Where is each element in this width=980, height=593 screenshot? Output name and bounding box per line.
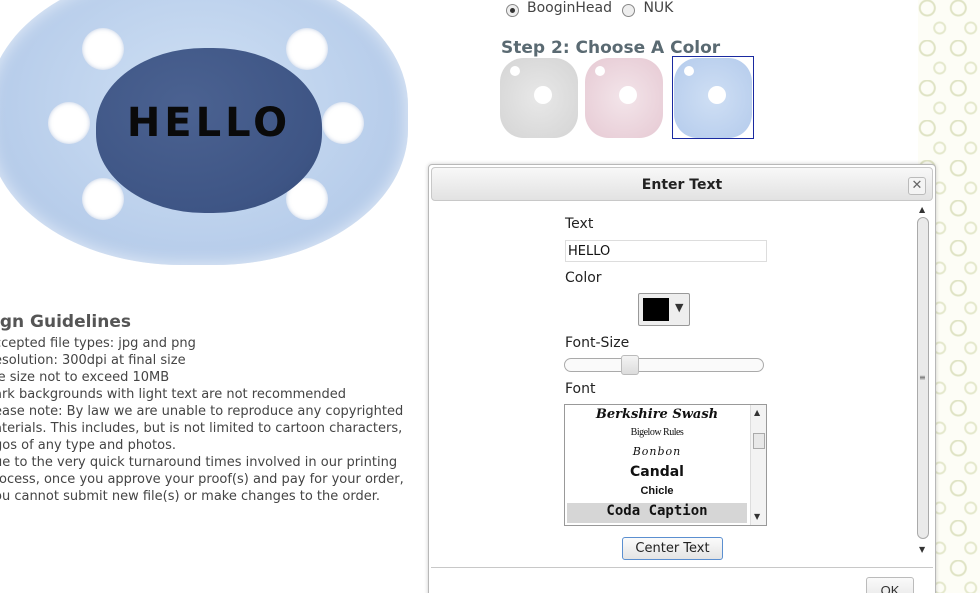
color-swatch-white[interactable]: [500, 58, 578, 138]
guideline-line: esolution: 300dpi at final size: [0, 353, 186, 368]
vent-hole: [82, 178, 124, 220]
scroll-down-icon[interactable]: ▼: [754, 512, 760, 521]
font-label: Font: [565, 381, 596, 397]
guideline-line: le size not to exceed 10MB: [0, 370, 170, 385]
guideline-line: aterials. This includes, but is not limi…: [0, 421, 403, 436]
font-option[interactable]: Bonbon: [567, 445, 747, 458]
step2-heading: Step 2: Choose A Color: [501, 38, 721, 58]
vent-hole: [322, 102, 364, 144]
radio-button-checked[interactable]: [506, 3, 519, 17]
guideline-line: ark backgrounds with light text are not …: [0, 387, 347, 402]
center-text-button[interactable]: Center Text: [622, 537, 723, 560]
design-guidelines: ign Guidelines ccepted file types: jpg a…: [0, 312, 424, 505]
font-list-scrollbar[interactable]: ▲ ▼: [750, 405, 766, 525]
font-size-label: Font-Size: [565, 335, 630, 351]
font-option[interactable]: Chicle: [567, 485, 747, 497]
swatch-hole: [534, 86, 552, 104]
brand-option-booginhead[interactable]: BooginHead: [506, 0, 612, 17]
scroll-up-icon[interactable]: ▲: [754, 408, 760, 417]
guideline-line: gos of any type and photos.: [0, 438, 176, 453]
guidelines-heading: ign Guidelines: [0, 312, 132, 332]
scroll-up-icon[interactable]: ▲: [919, 205, 925, 214]
swatch-hole: [595, 66, 605, 76]
dropdown-arrow-icon: ▼: [675, 301, 684, 314]
radio-button[interactable]: [622, 3, 636, 17]
scroll-grip-icon: ≡: [919, 373, 926, 382]
dialog-titlebar[interactable]: Enter Text ✕: [431, 167, 933, 201]
guideline-line: ue to the very quick turnaround times in…: [0, 455, 398, 470]
color-chip: [643, 298, 669, 321]
color-label: Color: [565, 270, 602, 286]
ok-button[interactable]: OK: [866, 577, 914, 593]
text-input[interactable]: [565, 240, 767, 262]
swatch-hole: [619, 86, 637, 104]
scroll-thumb[interactable]: [753, 433, 765, 449]
font-option[interactable]: Bigelow Rules: [567, 427, 747, 438]
close-icon[interactable]: ✕: [908, 177, 926, 195]
color-swatch-blue[interactable]: [674, 58, 752, 138]
guideline-line: ease note: By law we are unable to repro…: [0, 404, 404, 419]
brand-label: BooginHead: [527, 0, 612, 16]
vent-hole: [82, 28, 124, 70]
slider-handle[interactable]: [621, 355, 639, 375]
vent-hole: [286, 28, 328, 70]
guideline-line: ou cannot submit new file(s) or make cha…: [0, 489, 380, 504]
color-picker[interactable]: ▼: [638, 293, 690, 326]
scroll-down-icon[interactable]: ▼: [919, 545, 925, 554]
enter-text-dialog: Enter Text ✕ Text Color ▼ Font-Size Font…: [428, 164, 936, 593]
brand-label: NUK: [643, 0, 674, 16]
font-list[interactable]: Berkshire Swash Bigelow Rules Bonbon Can…: [564, 404, 767, 526]
brand-selector: BooginHead NUK: [506, 0, 679, 19]
text-label: Text: [565, 216, 594, 232]
guideline-line: rocess, once you approve your proof(s) a…: [0, 472, 404, 487]
dialog-scrollbar[interactable]: ▲ ≡ ▼: [915, 203, 931, 560]
swatch-hole: [510, 66, 520, 76]
color-swatch-pink[interactable]: [585, 58, 663, 138]
brand-option-nuk[interactable]: NUK: [622, 0, 674, 17]
pacifier-text: HELLO: [126, 100, 292, 146]
font-option-selected[interactable]: Coda Caption: [567, 503, 747, 523]
guideline-line: ccepted file types: jpg and png: [0, 336, 196, 351]
vent-hole: [48, 102, 90, 144]
dialog-title: Enter Text: [641, 177, 723, 193]
font-size-slider[interactable]: [564, 355, 764, 375]
dialog-divider: [431, 567, 933, 568]
font-option[interactable]: Berkshire Swash: [567, 407, 747, 422]
font-option[interactable]: Candal: [567, 464, 747, 480]
swatch-hole: [708, 86, 726, 104]
pacifier-preview: HELLO: [0, 0, 425, 290]
swatch-hole: [684, 66, 694, 76]
